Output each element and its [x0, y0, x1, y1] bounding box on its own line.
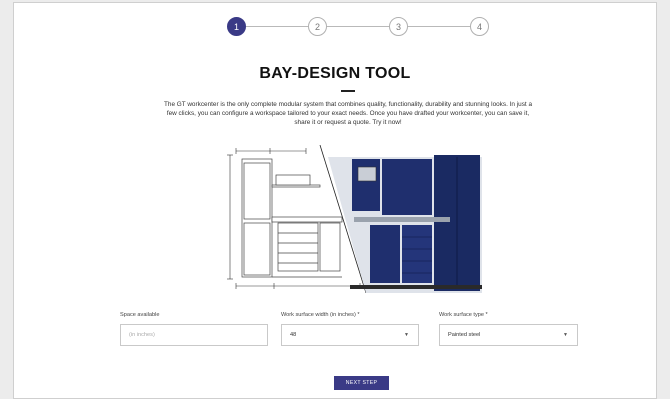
workcenter-illustration [227, 145, 482, 293]
space-available-input[interactable]: (in inches) [120, 324, 268, 346]
step-3[interactable]: 3 [389, 17, 408, 36]
cabinet-line-drawing [241, 158, 343, 278]
page-title: BAY-DESIGN TOOL [259, 65, 411, 82]
step-connector [246, 26, 308, 27]
surface-width-value: 48 [290, 332, 297, 338]
step-4[interactable]: 4 [470, 17, 489, 36]
surface-type-value: Painted steel [448, 332, 481, 338]
surface-type-select[interactable]: Painted steel ▼ [439, 324, 578, 346]
chevron-down-icon: ▼ [404, 332, 409, 338]
progress-stepper: 1 2 3 4 [14, 17, 656, 37]
title-divider [341, 90, 355, 92]
surface-width-label: Work surface width (in inches) * [281, 312, 360, 318]
step-2[interactable]: 2 [308, 17, 327, 36]
step-connector [408, 26, 470, 27]
page-frame: 1 2 3 4 BAY-DESIGN TOOL The GT workcente… [13, 2, 657, 399]
step-connector [327, 26, 389, 27]
surface-width-select[interactable]: 48 ▼ [281, 324, 419, 346]
space-available-label: Space available [120, 312, 160, 318]
cabinet-render [328, 155, 482, 293]
chevron-down-icon: ▼ [563, 332, 568, 338]
intro-text: The GT workcenter is the only complete m… [164, 101, 532, 126]
step-1[interactable]: 1 [227, 17, 246, 36]
next-step-button[interactable]: NEXT STEP [334, 376, 389, 390]
surface-type-label: Work surface type * [439, 312, 488, 318]
